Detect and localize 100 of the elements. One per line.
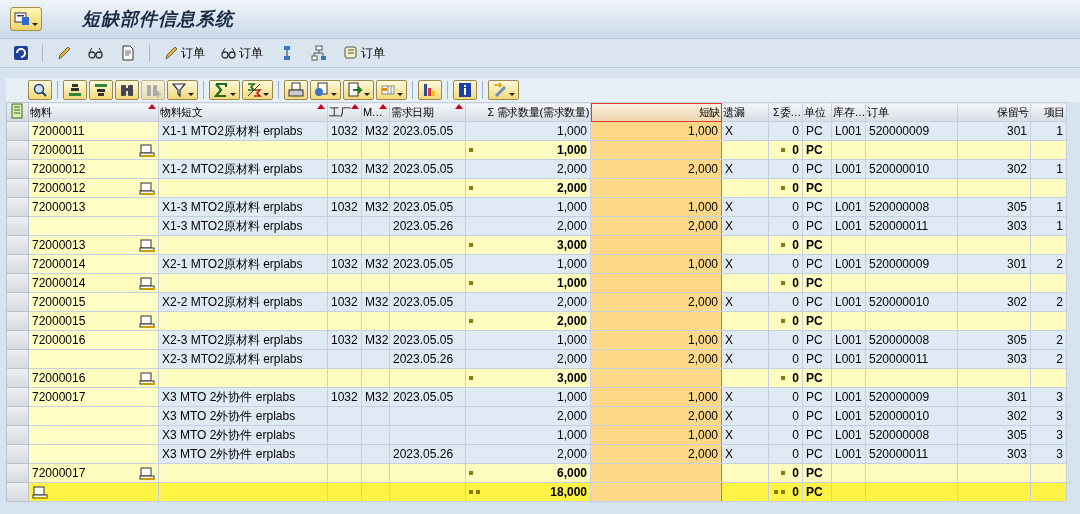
table-cell: PC — [806, 238, 823, 252]
views-button[interactable] — [310, 80, 341, 100]
table-cell: 2023.05.05 — [393, 162, 454, 176]
sigma-icon — [213, 82, 229, 98]
material-text-cell: X2-3 MTO2原材料 erplabs — [162, 333, 303, 347]
sort-descending-icon — [93, 82, 109, 98]
row-selector[interactable] — [7, 274, 28, 292]
table-cell: PC — [806, 181, 823, 195]
row-selector[interactable] — [7, 407, 28, 425]
table-cell: X — [725, 390, 733, 404]
row-selector[interactable] — [7, 217, 28, 235]
menu-button[interactable] — [10, 7, 42, 31]
table-cell-text: 1,000 — [556, 275, 587, 292]
row-selector[interactable] — [7, 122, 28, 140]
display-order-button[interactable]: 订单 — [218, 44, 266, 62]
table-cell-text: 72000012 — [32, 180, 86, 197]
column-header[interactable]: 保留号 — [957, 102, 1031, 122]
magnifier-button[interactable] — [28, 80, 52, 100]
table-cell: M32 — [365, 124, 389, 138]
table-cell: 301 — [1006, 390, 1027, 404]
row-selector[interactable] — [7, 445, 28, 463]
row-selector[interactable] — [7, 483, 28, 501]
table-cell: 1,000 — [556, 200, 587, 214]
subtotal-button[interactable] — [242, 80, 273, 100]
table-cell: PC — [806, 447, 823, 461]
table-cell-text: 0 — [792, 180, 799, 197]
column-header[interactable]: Σ 需求数量(需求数量) — [465, 102, 591, 122]
table-cell: M32 — [365, 200, 389, 214]
table-cell: 520000009 — [869, 124, 930, 138]
table-cell: PC — [806, 352, 823, 366]
row-selector[interactable] — [7, 198, 28, 216]
table-cell: 520000011 — [869, 352, 929, 366]
layout-button[interactable] — [376, 80, 407, 100]
export-icon — [347, 82, 363, 98]
row-selector[interactable] — [7, 160, 28, 178]
table-cell: 2023.05.26 — [393, 352, 454, 366]
info-button[interactable] — [453, 80, 477, 100]
column-header[interactable]: 单位 — [802, 102, 832, 122]
column-header[interactable]: 物料 — [28, 102, 159, 122]
table-cell: 1,000 — [556, 124, 587, 138]
table-cell: L001 — [835, 257, 862, 271]
table-cell: 520000009 — [869, 390, 930, 404]
row-selector[interactable] — [7, 255, 28, 273]
table-cell: 2 — [1056, 333, 1063, 347]
sigma-button[interactable] — [209, 80, 240, 100]
table-cell: 302 — [1006, 295, 1027, 309]
row-selector[interactable] — [7, 388, 28, 406]
material-text-cell: X1-1 MTO2原材料 erplabs — [162, 124, 303, 138]
row-selector[interactable] — [7, 426, 28, 444]
row-selector[interactable] — [7, 312, 28, 330]
table-cell: 1032 — [331, 333, 358, 347]
row-selector[interactable] — [7, 464, 28, 482]
row-selector[interactable] — [7, 331, 28, 349]
row-selector[interactable] — [7, 350, 28, 368]
total-level-icon — [469, 281, 473, 285]
binoculars-plus-icon — [145, 82, 161, 98]
table-cell: 520000010 — [869, 162, 930, 176]
pencil-arrow-button[interactable] — [488, 80, 519, 100]
total-level-icon — [774, 490, 786, 494]
export-button[interactable] — [343, 80, 374, 100]
table-cell: 2,000 — [687, 162, 718, 176]
sort-ascending-button[interactable] — [63, 80, 87, 100]
table-cell: 0 — [792, 219, 799, 233]
column-header[interactable]: 订单 — [865, 102, 958, 122]
table-cell: 2,000 — [556, 162, 587, 176]
material-text-cell: X3 MTO 2外协件 erplabs — [162, 447, 296, 461]
filter-button[interactable] — [167, 80, 198, 100]
row-selector[interactable] — [7, 236, 28, 254]
total-level-icon — [469, 148, 473, 152]
column-header[interactable]: 库存… — [831, 102, 866, 122]
column-header[interactable]: 物料短文 — [158, 102, 328, 122]
table-cell: 1,000 — [687, 200, 718, 214]
column-header[interactable]: M… — [361, 102, 390, 122]
table-cell: 1032 — [331, 124, 358, 138]
column-header[interactable]: Σ委… — [768, 102, 803, 122]
order-list-button[interactable]: 订单 — [340, 44, 388, 62]
row-selector[interactable] — [7, 369, 28, 387]
column-header[interactable]: 需求日期 — [389, 102, 466, 122]
material-text-cell: X3 MTO 2外协件 erplabs — [162, 428, 296, 442]
table-cell: 2,000 — [687, 219, 718, 233]
material-text-cell: X2-2 MTO2原材料 erplabs — [162, 295, 303, 309]
column-header[interactable]: 项目 — [1030, 102, 1067, 122]
table-cell: 2,000 — [687, 409, 718, 423]
column-header[interactable]: 遗漏 — [721, 102, 769, 122]
table-cell: PC — [806, 428, 823, 442]
table-cell: M32 — [365, 162, 389, 176]
table-cell: X — [725, 447, 733, 461]
binoculars-button[interactable] — [115, 80, 139, 100]
sort-descending-button[interactable] — [89, 80, 113, 100]
column-header[interactable]: 工厂 — [327, 102, 362, 122]
row-selector[interactable] — [7, 293, 28, 311]
table-cell: 2023.05.05 — [393, 124, 454, 138]
print-button[interactable] — [284, 80, 308, 100]
row-selector[interactable] — [7, 141, 28, 159]
table-cell: X — [725, 409, 733, 423]
bar-chart-button[interactable] — [418, 80, 442, 100]
column-header[interactable]: 短缺 — [590, 102, 722, 122]
table-cell: PC — [806, 200, 823, 214]
row-selector[interactable] — [7, 179, 28, 197]
edit-order-button[interactable]: 订单 — [160, 44, 208, 62]
